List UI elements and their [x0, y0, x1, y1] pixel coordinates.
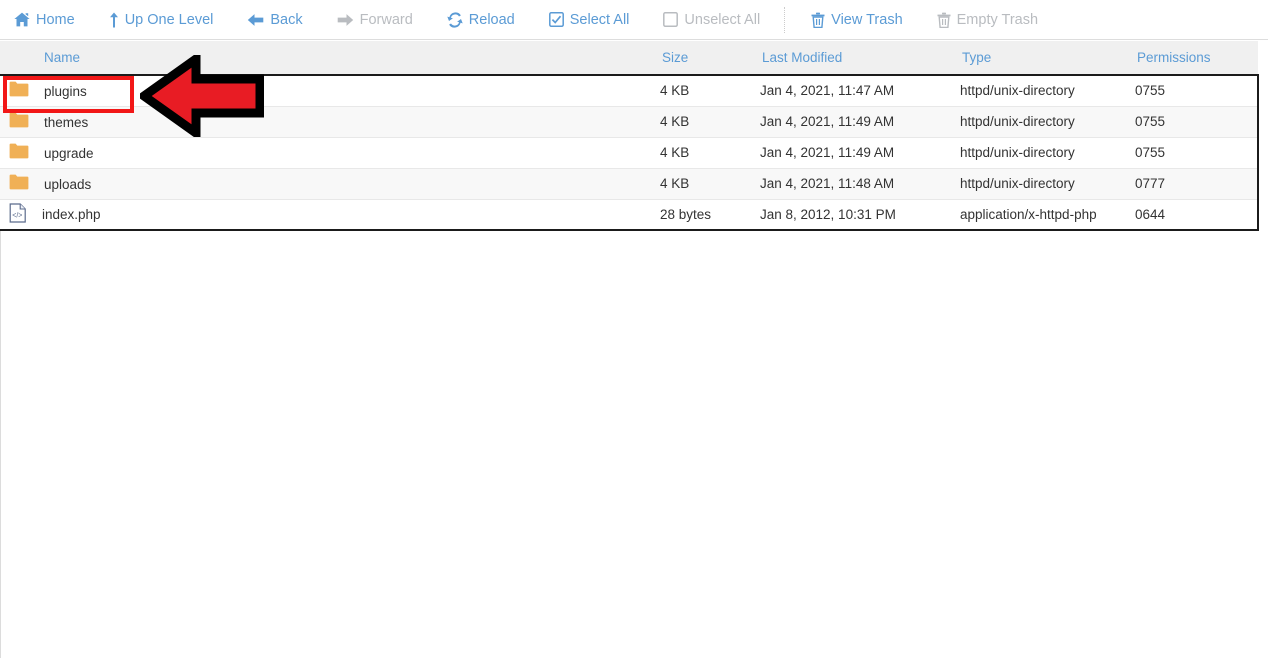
cell-permissions: 0777: [1135, 168, 1258, 200]
file-name: themes: [44, 114, 89, 130]
cell-name[interactable]: plugins: [0, 75, 660, 107]
cell-last-modified: Jan 8, 2012, 10:31 PM: [760, 206, 896, 222]
arrow-up-icon: [109, 12, 119, 28]
toolbar-label-back: Back: [270, 11, 303, 28]
cell-type: httpd/unix-directory: [960, 168, 1135, 200]
cell-permissions: 0755: [1135, 106, 1258, 138]
arrow-right-icon: [337, 13, 354, 27]
cell-permissions: 0755: [1135, 137, 1258, 169]
cell-last-modified: Jan 4, 2021, 11:49 AM: [760, 137, 960, 169]
cell-permissions: 0644: [1135, 206, 1166, 222]
toolbar-button-back[interactable]: Back: [247, 11, 303, 28]
cell-type: httpd/unix-directory: [960, 106, 1135, 138]
toolbar-button-view-trash[interactable]: View Trash: [811, 11, 903, 28]
file-name: plugins: [44, 83, 87, 99]
cell-size: 4 KB: [660, 168, 760, 200]
column-header-last-modified[interactable]: Last Modified: [760, 41, 960, 75]
cell-size: 4 KB: [660, 75, 760, 107]
file-name: index.php: [42, 207, 101, 223]
header-row: Name Size Last Modified Type Permissions: [0, 41, 1258, 75]
cell-name[interactable]: uploads: [0, 168, 660, 200]
trash-icon: [937, 12, 951, 28]
toolbar-label-unselect-all: Unselect All: [684, 11, 761, 28]
file-list-header: Name Size Last Modified Type Permissions: [0, 41, 1258, 75]
cell-last-modified: Jan 4, 2021, 11:48 AM: [760, 168, 960, 200]
table-row[interactable]: themes 4 KB Jan 4, 2021, 11:49 AM httpd/…: [0, 106, 1258, 138]
column-header-name[interactable]: Name: [0, 41, 660, 75]
toolbar-label-up-one-level: Up One Level: [124, 11, 214, 28]
cell-name[interactable]: </> index.php: [0, 199, 660, 230]
file-list-body: plugins 4 KB Jan 4, 2021, 11:47 AM httpd…: [0, 75, 1258, 230]
toolbar-button-forward[interactable]: Forward: [337, 12, 413, 28]
file-name: upgrade: [44, 145, 94, 161]
cell-size: 4 KB: [660, 137, 760, 169]
php-file-icon: </>: [9, 203, 27, 226]
cell-type: application/x-httpd-php: [960, 206, 1097, 222]
toolbar-button-select-all[interactable]: Select All: [548, 11, 630, 28]
column-header-type[interactable]: Type: [960, 41, 1135, 75]
toolbar-label-reload: Reload: [468, 11, 515, 28]
column-header-permissions[interactable]: Permissions: [1135, 41, 1258, 75]
home-icon: [14, 12, 30, 27]
toolbar-label-home: Home: [36, 11, 75, 28]
folder-icon: [9, 112, 29, 131]
cell-name[interactable]: upgrade: [0, 137, 660, 169]
cell-size: 4 KB: [660, 106, 760, 138]
toolbar-label-select-all: Select All: [569, 11, 630, 28]
table-row[interactable]: plugins 4 KB Jan 4, 2021, 11:47 AM httpd…: [0, 75, 1258, 107]
toolbar-button-home[interactable]: Home: [14, 12, 75, 28]
file-list-table: Name Size Last Modified Type Permissions: [0, 41, 1259, 231]
reload-icon: [447, 11, 463, 28]
toolbar-button-reload[interactable]: Reload: [447, 11, 515, 28]
checkbox-checked-icon: [548, 12, 564, 27]
cell-type: httpd/unix-directory: [960, 75, 1135, 107]
toolbar-divider: [784, 6, 786, 33]
toolbar: Home Up One Level Back Forward Reload Se…: [0, 0, 1268, 40]
table-row[interactable]: uploads 4 KB Jan 4, 2021, 11:48 AM httpd…: [0, 168, 1258, 200]
folder-icon: [9, 81, 29, 100]
checkbox-empty-icon: [663, 12, 679, 27]
toolbar-button-up-one-level[interactable]: Up One Level: [109, 11, 214, 28]
toolbar-label-empty-trash: Empty Trash: [956, 11, 1039, 28]
file-name: uploads: [44, 176, 92, 192]
trash-icon: [811, 12, 825, 28]
svg-text:</>: </>: [12, 212, 22, 219]
toolbar-button-unselect-all[interactable]: Unselect All: [663, 12, 760, 28]
toolbar-button-empty-trash[interactable]: Empty Trash: [937, 12, 1038, 28]
folder-icon: [9, 143, 29, 162]
toolbar-label-forward: Forward: [359, 11, 413, 28]
toolbar-label-view-trash: View Trash: [831, 11, 903, 28]
folder-icon: [9, 174, 29, 193]
file-manager-page: Home Up One Level Back Forward Reload Se…: [0, 0, 1268, 658]
arrow-left-icon: [247, 13, 264, 27]
cell-name[interactable]: themes: [0, 106, 660, 138]
cell-permissions: 0755: [1135, 75, 1258, 107]
column-header-size[interactable]: Size: [660, 41, 760, 75]
cell-last-modified: Jan 4, 2021, 11:47 AM: [760, 75, 960, 107]
cell-type: httpd/unix-directory: [960, 137, 1135, 169]
table-row[interactable]: upgrade 4 KB Jan 4, 2021, 11:49 AM httpd…: [0, 137, 1258, 169]
table-row[interactable]: </> index.php 28 bytes Jan 8, 2012, 10:3…: [0, 199, 1258, 230]
cell-size: 28 bytes: [660, 206, 712, 222]
cell-last-modified: Jan 4, 2021, 11:49 AM: [760, 106, 960, 138]
